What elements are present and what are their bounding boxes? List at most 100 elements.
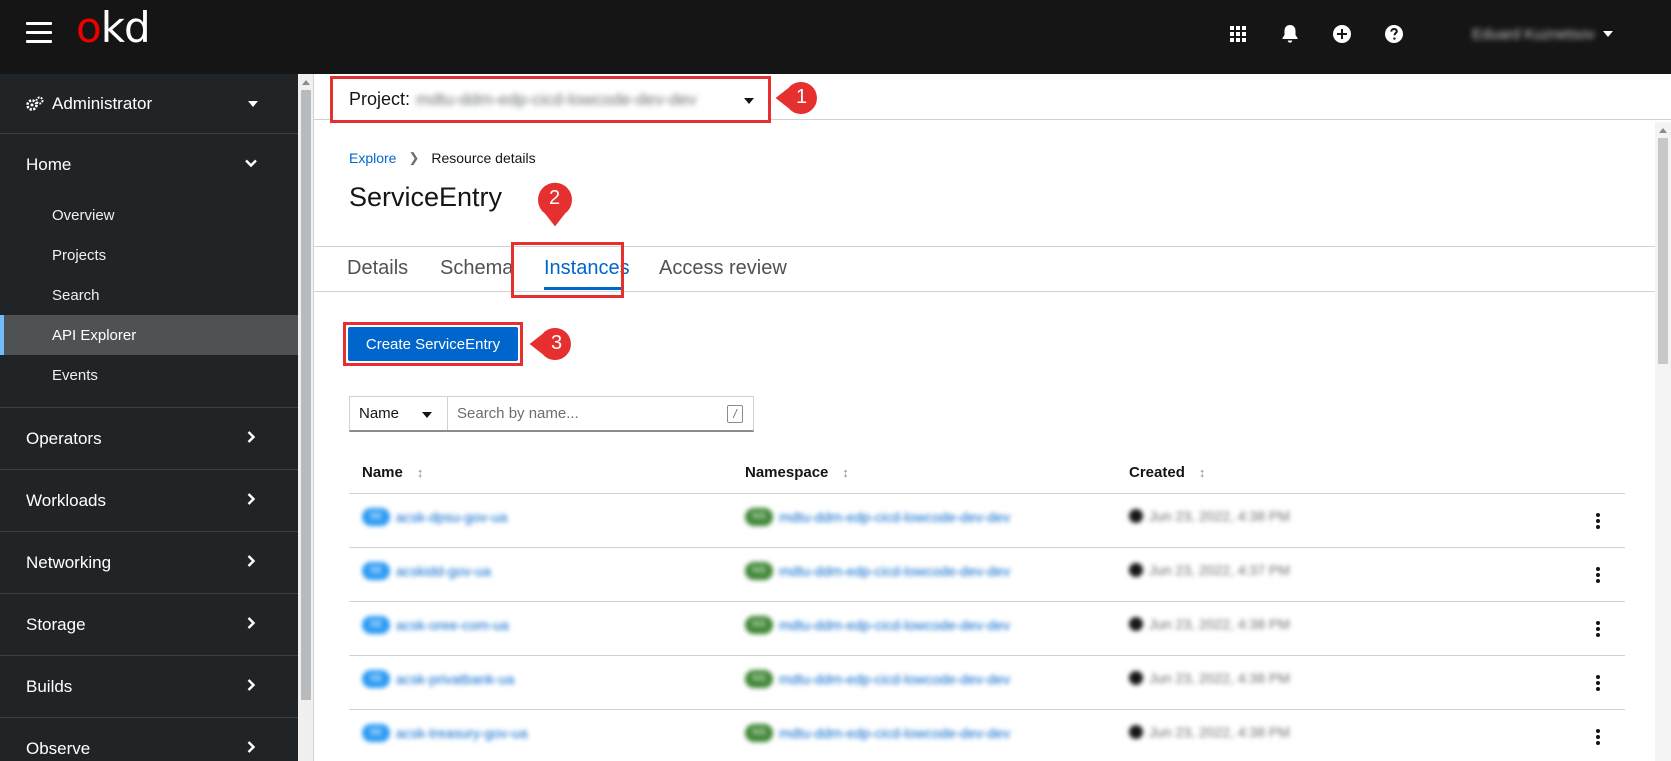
nav-networking-toggle[interactable]: Networking [0, 532, 298, 593]
callout-number: 1 [796, 86, 808, 108]
nav-builds-toggle[interactable]: Builds [0, 656, 298, 717]
sidebar-item-overview[interactable]: Overview [0, 195, 298, 235]
row-namespace-cell[interactable]: NS mdtu-ddm-edp-cicd-lowcode-dev-dev [745, 724, 1010, 742]
chevron-right-icon [244, 430, 258, 444]
content-scrollbar[interactable] [1655, 122, 1671, 761]
scrollbar-thumb[interactable] [1658, 138, 1668, 364]
keyboard-shortcut-hint: / [727, 405, 743, 423]
sort-icon: ↕ [416, 465, 424, 480]
nav-section-operators: Operators [0, 408, 298, 470]
table-row: SE acsk-privatbank-ua NS mdtu-ddm-edp-cicd… [349, 656, 1625, 710]
column-header-created[interactable]: Created ↕ [1129, 464, 1205, 481]
sidebar-item-api-explorer[interactable]: API Explorer [0, 315, 298, 355]
kebab-menu-icon[interactable] [1593, 564, 1603, 586]
row-name-link[interactable]: acsk-dpsu-gov-ua [396, 509, 507, 525]
row-created-time: Jun 23, 2022, 4:38 PM [1149, 508, 1290, 524]
nav-section-home: Home Overview Projects Search API Explor… [0, 134, 298, 408]
row-created-time: Jun 23, 2022, 4:38 PM [1149, 724, 1290, 740]
table-row: SE acsk-dpsu-gov-ua NS mdtu-ddm-edp-cicd-l… [349, 494, 1625, 548]
row-name-cell[interactable]: SE acsk-dpsu-gov-ua [362, 508, 507, 526]
row-namespace-link[interactable]: mdtu-ddm-edp-cicd-lowcode-dev-dev [779, 617, 1010, 633]
tab-schema[interactable]: Schema [440, 257, 513, 280]
kebab-menu-icon[interactable] [1593, 510, 1603, 532]
scroll-up-arrow-icon[interactable] [1659, 128, 1667, 133]
row-created-cell: Jun 23, 2022, 4:37 PM [1129, 562, 1290, 578]
nav-section-storage: Storage [0, 594, 298, 656]
perspective-switcher[interactable]: Administrator [0, 74, 298, 134]
chevron-right-icon [244, 616, 258, 630]
row-namespace-cell[interactable]: NS mdtu-ddm-edp-cicd-lowcode-dev-dev [745, 508, 1010, 526]
row-name-link[interactable]: acsk-treasury-gov-ua [396, 725, 528, 741]
globe-icon [1129, 671, 1143, 685]
nav-section-builds: Builds [0, 656, 298, 718]
row-namespace-cell[interactable]: NS mdtu-ddm-edp-cicd-lowcode-dev-dev [745, 670, 1010, 688]
row-namespace-cell[interactable]: NS mdtu-ddm-edp-cicd-lowcode-dev-dev [745, 616, 1010, 634]
row-namespace-link[interactable]: mdtu-ddm-edp-cicd-lowcode-dev-dev [779, 563, 1010, 579]
globe-icon [1129, 725, 1143, 739]
row-name-cell[interactable]: SE acsk-treasury-gov-ua [362, 724, 528, 742]
row-created-cell: Jun 23, 2022, 4:38 PM [1129, 616, 1290, 632]
question-circle-icon[interactable] [1382, 22, 1406, 46]
search-by-name-input[interactable] [448, 397, 753, 430]
nav-home-toggle[interactable]: Home [0, 134, 298, 195]
sidebar-item-search[interactable]: Search [0, 275, 298, 315]
sidebar-item-projects[interactable]: Projects [0, 235, 298, 275]
create-serviceentry-button[interactable]: Create ServiceEntry [348, 327, 518, 361]
resource-badge: SE [362, 508, 390, 526]
row-name-link[interactable]: acsk-privatbank-ua [396, 671, 514, 687]
row-name-link[interactable]: acskidd-gov-ua [396, 563, 491, 579]
row-name-link[interactable]: acsk-oree-com-ua [396, 617, 509, 633]
caret-down-icon [422, 412, 432, 418]
page-title: ServiceEntry [349, 182, 503, 212]
nav-workloads-toggle[interactable]: Workloads [0, 470, 298, 531]
scrollbar-thumb[interactable] [301, 90, 311, 700]
namespace-badge: NS [745, 616, 773, 634]
row-name-cell[interactable]: SE acsk-privatbank-ua [362, 670, 514, 688]
breadcrumb-explore-link[interactable]: Explore [349, 150, 396, 166]
nav-observe-toggle[interactable]: Observe [0, 718, 298, 761]
column-header-namespace[interactable]: Namespace ↕ [745, 464, 849, 481]
kebab-menu-icon[interactable] [1593, 618, 1603, 640]
nav-storage-toggle[interactable]: Storage [0, 594, 298, 655]
kebab-menu-icon[interactable] [1593, 726, 1603, 748]
row-namespace-link[interactable]: mdtu-ddm-edp-cicd-lowcode-dev-dev [779, 725, 1010, 741]
nav-section-networking: Networking [0, 532, 298, 594]
resource-badge: SE [362, 562, 390, 580]
nav-operators-toggle[interactable]: Operators [0, 408, 298, 469]
nav-workloads-label: Workloads [26, 490, 106, 510]
tab-access-review[interactable]: Access review [659, 257, 787, 280]
hamburger-menu-icon[interactable] [26, 22, 52, 44]
namespace-badge: NS [745, 724, 773, 742]
project-selector[interactable]: Project: mdtu-ddm-edp-cicd-lowcode-dev-d… [330, 76, 771, 123]
user-menu[interactable]: Eduard Kuznetsov [1472, 22, 1613, 46]
row-namespace-cell[interactable]: NS mdtu-ddm-edp-cicd-lowcode-dev-dev [745, 562, 1010, 580]
cogs-icon [26, 96, 44, 112]
perspective-label: Administrator [52, 93, 153, 113]
grid-icon[interactable] [1226, 22, 1250, 46]
bell-icon[interactable] [1278, 22, 1302, 46]
row-name-cell[interactable]: SE acskidd-gov-ua [362, 562, 491, 580]
chevron-right-icon [244, 492, 258, 506]
namespace-badge: NS [745, 508, 773, 526]
tab-details[interactable]: Details [347, 257, 408, 280]
project-label: Project: [349, 89, 411, 109]
sidebar-item-events[interactable]: Events [0, 355, 298, 395]
okd-logo[interactable]: okd [76, 6, 151, 50]
kebab-menu-icon[interactable] [1593, 672, 1603, 694]
row-name-cell[interactable]: SE acsk-oree-com-ua [362, 616, 509, 634]
resource-badge: SE [362, 670, 390, 688]
column-header-name[interactable]: Name ↕ [362, 464, 423, 481]
filter-type-select[interactable]: Name [350, 397, 448, 430]
sidebar-scrollbar[interactable] [298, 74, 314, 761]
globe-icon [1129, 617, 1143, 631]
row-namespace-link[interactable]: mdtu-ddm-edp-cicd-lowcode-dev-dev [779, 509, 1010, 525]
row-created-cell: Jun 23, 2022, 4:38 PM [1129, 670, 1290, 686]
callout-marker-2: 2 [534, 178, 576, 230]
row-created-time: Jun 23, 2022, 4:37 PM [1149, 562, 1290, 578]
table-row: SE acskidd-gov-ua NS mdtu-ddm-edp-cicd-low… [349, 548, 1625, 602]
instances-table: Name ↕ Namespace ↕ Created ↕ SE acsk-dpsu… [349, 452, 1625, 761]
scroll-up-arrow-icon[interactable] [302, 80, 310, 85]
plus-circle-icon[interactable] [1330, 22, 1354, 46]
row-namespace-link[interactable]: mdtu-ddm-edp-cicd-lowcode-dev-dev [779, 671, 1010, 687]
caret-down-icon [744, 98, 754, 104]
